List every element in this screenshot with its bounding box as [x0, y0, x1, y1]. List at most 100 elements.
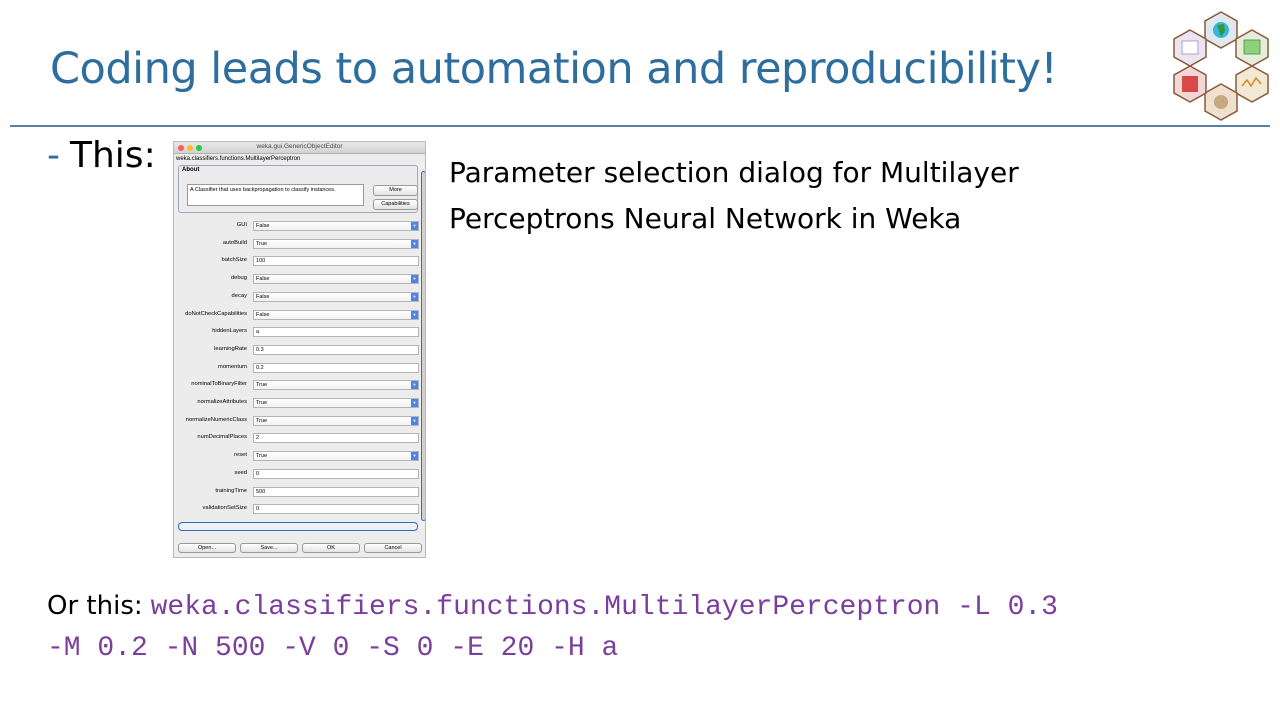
param-label: learningRate [214, 345, 247, 352]
horizontal-scrollbar[interactable] [178, 522, 418, 531]
chevron-down-icon[interactable]: ▼ [411, 239, 418, 248]
command-prefix: Or this: [47, 591, 143, 621]
param-label: hiddenLayers [212, 328, 247, 335]
description-line: Parameter selection dialog for Multilaye… [449, 156, 1019, 189]
param-row-trainingTime: trainingTime 500 [174, 486, 420, 498]
param-value: False [256, 276, 270, 283]
param-input[interactable]: 500 [253, 486, 419, 497]
param-input[interactable]: a [253, 327, 419, 338]
param-label: GUI [236, 222, 247, 228]
param-input[interactable]: 0.2 [253, 362, 419, 373]
param-dropdown[interactable]: False ▼ [253, 309, 419, 320]
dialog-button-bar: Open... Save... OK Cancel [174, 539, 425, 557]
parameters-scroll-pane[interactable]: About A Classifier that uses backpropaga… [174, 163, 420, 533]
command-text-line: weka.classifiers.functions.MultilayerPer… [150, 592, 1058, 623]
chevron-down-icon[interactable]: ▼ [411, 452, 418, 461]
param-value: True [256, 240, 268, 247]
param-input[interactable]: 0 [253, 468, 419, 479]
description-line: Perceptrons Neural Network in Weka [449, 202, 962, 235]
param-input[interactable]: 0 [253, 504, 419, 515]
ok-button[interactable]: OK [302, 543, 360, 553]
command-text-line: -M 0.2 -N 500 -V 0 -S 0 -E 20 -H a [47, 633, 619, 664]
param-value: 2 [256, 435, 260, 442]
param-label: decay [231, 292, 247, 299]
param-row-autoBuild: autoBuild True ▼ [174, 238, 420, 250]
param-value: 0 [256, 506, 260, 513]
param-label: trainingTime [215, 487, 247, 494]
param-dropdown[interactable]: True ▼ [253, 398, 419, 408]
param-row-hiddenLayers: hiddenLayers a [174, 327, 420, 338]
param-label: validationSetSize [202, 505, 247, 512]
capabilities-button[interactable]: Capabilities [373, 199, 418, 210]
bullet-label: This: [70, 135, 156, 176]
param-label: normalizeNumericClass [185, 416, 247, 423]
command-line-example: Or this: weka.classifiers.functions.Multi… [47, 586, 1247, 668]
chevron-down-icon[interactable]: ▼ [411, 275, 418, 284]
param-row-decay: decay False ▼ [174, 291, 420, 303]
about-panel: About A Classifier that uses backpropaga… [178, 165, 418, 213]
bullet-dash: - [47, 135, 60, 176]
about-text: A Classifier that uses backpropagation t… [187, 184, 364, 206]
param-row-numDecimalPlaces: numDecimalPlaces 2 [174, 433, 420, 444]
param-value: False [256, 293, 270, 300]
chevron-down-icon[interactable]: ▼ [411, 416, 418, 425]
chevron-down-icon[interactable]: ▼ [411, 399, 418, 407]
chevron-down-icon[interactable]: ▼ [411, 292, 418, 301]
about-label: About [182, 167, 200, 173]
param-row-doNotCheckCapabilities: doNotCheckCapabilities False ▼ [174, 309, 420, 321]
param-row-GUI: GUI False ▼ [174, 221, 420, 232]
dialog-title: weka.gui.GenericObjectEditor [256, 143, 343, 150]
param-label: debug [230, 275, 247, 282]
param-value: 0.3 [256, 346, 264, 353]
chevron-down-icon[interactable]: ▼ [411, 381, 418, 390]
param-row-seed: seed 0 [174, 468, 420, 480]
param-row-reset: reset True ▼ [174, 451, 420, 462]
param-value: False [256, 223, 270, 229]
param-dropdown[interactable]: True ▼ [253, 238, 419, 249]
param-dropdown[interactable]: False ▼ [253, 221, 419, 231]
param-value: a [256, 329, 260, 336]
hexagon-logo-icon [1173, 11, 1269, 121]
dialog-description: Parameter selection dialog for Multilaye… [449, 150, 1089, 242]
param-row-nominalToBinaryFilter: nominalToBinaryFilter True ▼ [174, 380, 420, 391]
title-divider [10, 125, 1270, 127]
param-row-learningRate: learningRate 0.3 [174, 344, 420, 356]
param-input[interactable]: 2 [253, 433, 419, 444]
chevron-down-icon[interactable]: ▼ [411, 310, 418, 319]
param-label: momentum [218, 363, 247, 370]
param-value: 500 [256, 488, 266, 495]
param-label: doNotCheckCapabilities [185, 310, 247, 317]
param-dropdown[interactable]: False ▼ [253, 274, 419, 285]
more-button[interactable]: More [373, 185, 418, 196]
class-name-label: weka.classifiers.functions.MultilayerPer… [176, 156, 301, 162]
param-dropdown[interactable]: True ▼ [253, 415, 419, 426]
param-input[interactable]: 100 [253, 256, 419, 267]
chevron-down-icon[interactable]: ▼ [411, 222, 418, 230]
param-label: numDecimalPlaces [197, 434, 247, 441]
param-row-momentum: momentum 0.2 [174, 362, 420, 374]
vertical-scroll-thumb[interactable] [421, 171, 425, 521]
cancel-button[interactable]: Cancel [364, 543, 422, 553]
param-value: True [256, 382, 268, 389]
param-value: True [256, 417, 268, 424]
vertical-scrollbar[interactable] [420, 163, 425, 529]
slide-title: Coding leads to automation and reproduci… [50, 44, 1058, 94]
param-label: seed [234, 469, 247, 476]
param-label: reset [234, 452, 247, 459]
param-value: False [256, 311, 270, 318]
param-label: nominalToBinaryFilter [191, 381, 247, 388]
save-button[interactable]: Save... [240, 543, 298, 553]
param-dropdown[interactable]: True ▼ [253, 451, 419, 462]
open-button[interactable]: Open... [178, 543, 236, 553]
param-input[interactable]: 0.3 [253, 344, 419, 355]
param-dropdown[interactable]: False ▼ [253, 291, 419, 302]
param-label: batchSize [221, 257, 247, 264]
param-value: True [256, 400, 268, 406]
param-row-normalizeNumericClass: normalizeNumericClass True ▼ [174, 415, 420, 427]
dialog-titlebar: weka.gui.GenericObjectEditor [174, 142, 425, 154]
param-value: 100 [256, 258, 266, 265]
param-dropdown[interactable]: True ▼ [253, 380, 419, 391]
param-label: autoBuild [222, 239, 247, 246]
param-row-validationSetSize: validationSetSize 0 [174, 504, 420, 515]
param-value: 0 [256, 470, 260, 477]
